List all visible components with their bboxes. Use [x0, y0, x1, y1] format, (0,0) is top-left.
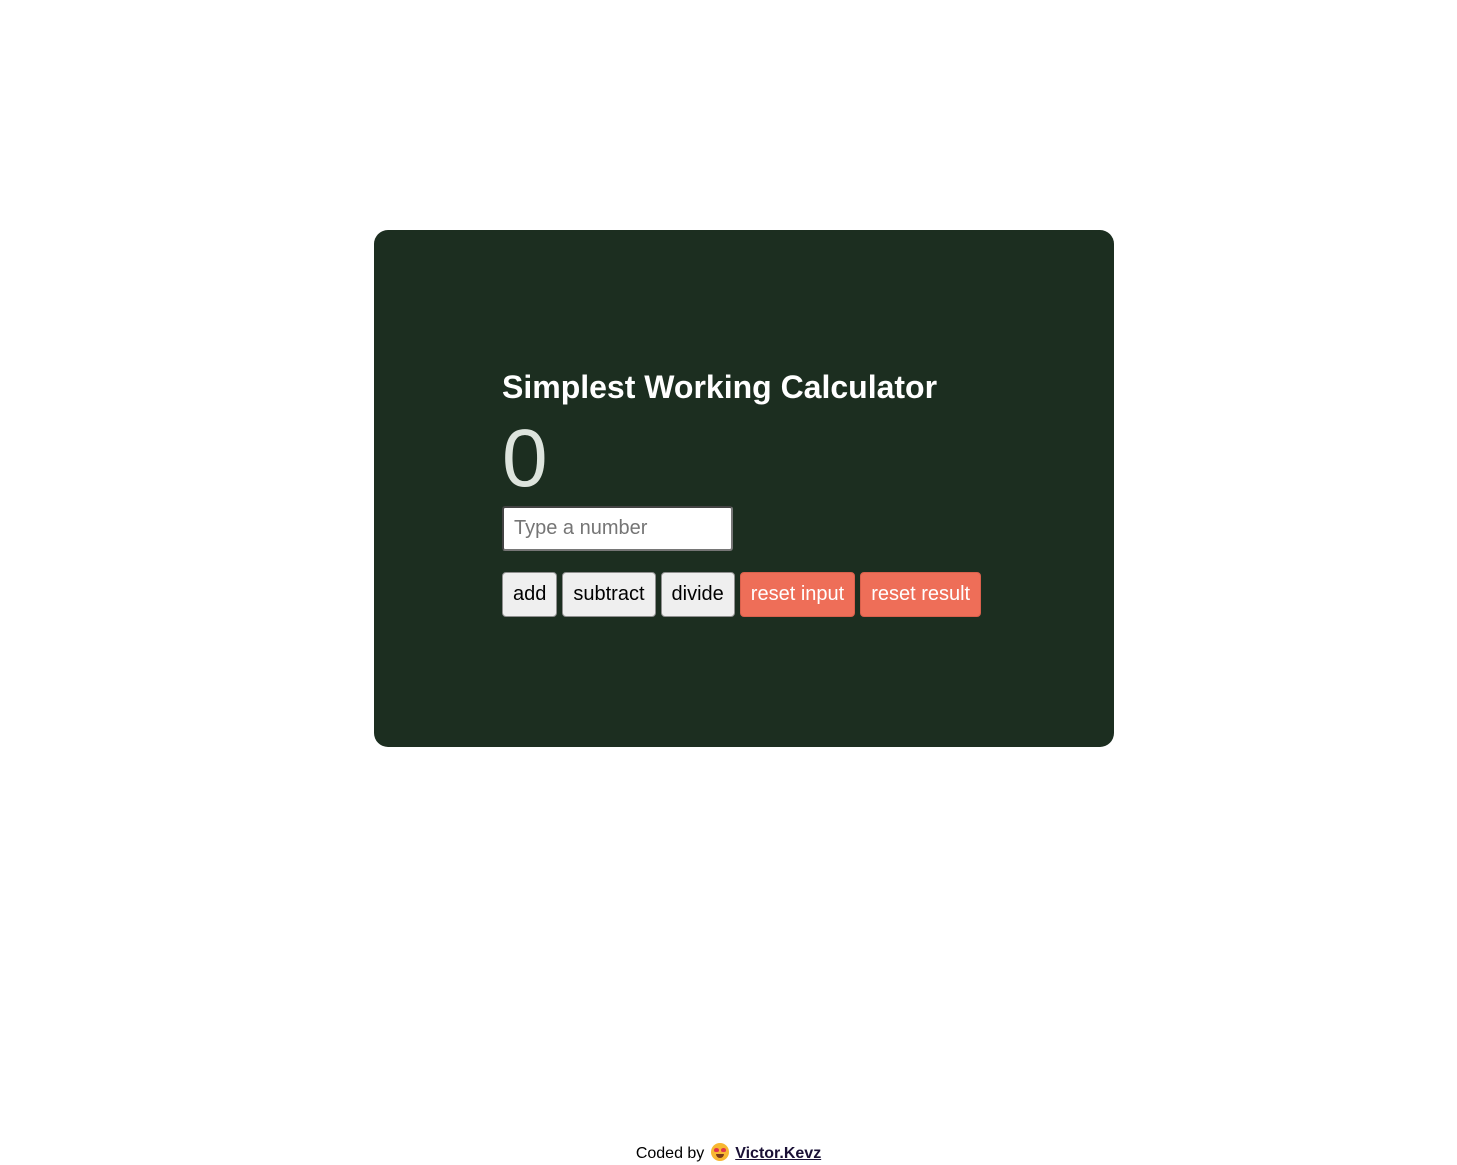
footer: Coded by Victor.Kevz — [0, 1143, 1457, 1164]
page: Simplest Working Calculator 0 add subtra… — [0, 0, 1457, 1165]
reset-input-button[interactable]: reset input — [739, 572, 856, 617]
subtract-button[interactable]: subtract — [562, 572, 656, 617]
calculator-card: Simplest Working Calculator 0 add subtra… — [374, 230, 1114, 747]
divide-button[interactable]: divide — [660, 572, 735, 617]
reset-result-button[interactable]: reset result — [860, 572, 982, 617]
button-row: add subtract divide reset input reset re… — [502, 572, 982, 617]
number-input[interactable] — [502, 506, 733, 551]
calculator-content: Simplest Working Calculator 0 add subtra… — [502, 368, 982, 617]
page-title: Simplest Working Calculator — [502, 369, 938, 405]
footer-prefix: Coded by — [635, 1145, 705, 1162]
result-display: 0 — [502, 413, 549, 504]
heart-eyes-emoji-icon — [710, 1143, 729, 1161]
author-link[interactable]: Victor.Kevz — [735, 1145, 821, 1162]
add-button[interactable]: add — [502, 572, 558, 617]
